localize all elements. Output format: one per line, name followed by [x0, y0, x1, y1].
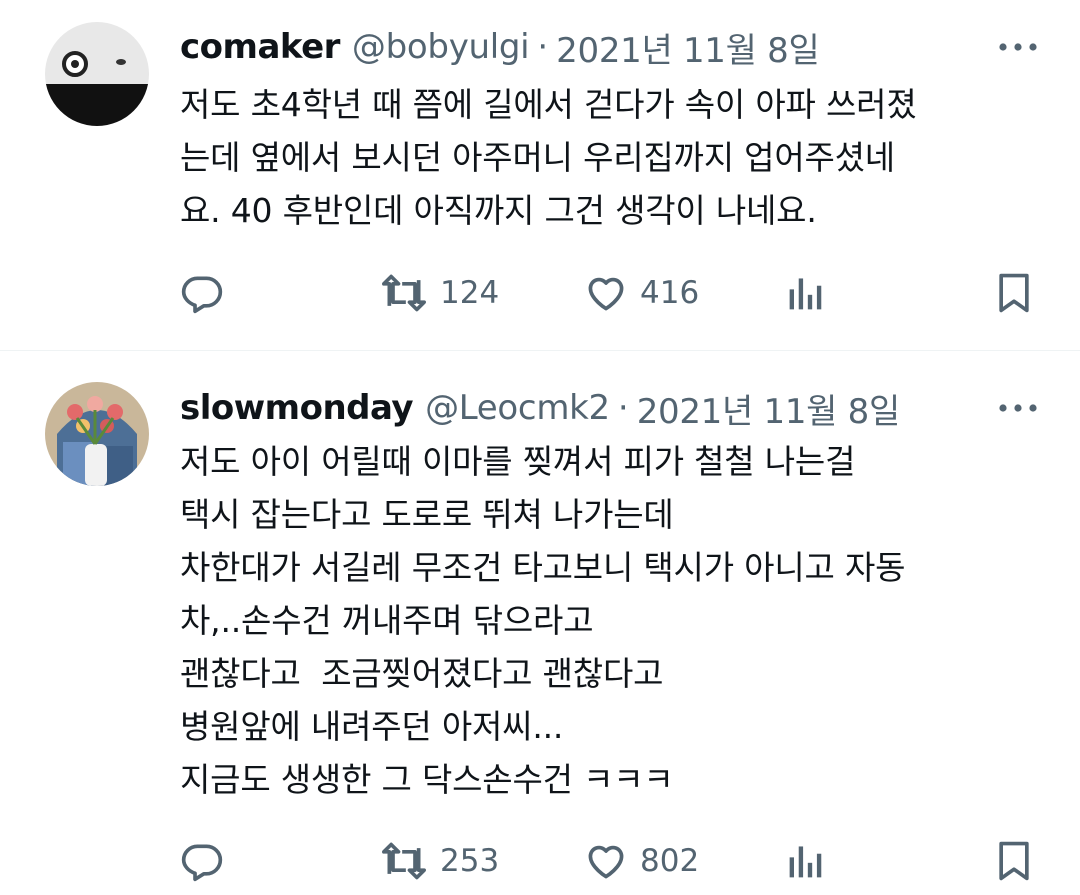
tweet-text-line: 병원앞에 내려주던 아저씨...: [180, 707, 564, 746]
separator: ·: [537, 27, 549, 67]
tweet-text-line: 요. 40 후반인데 아직까지 그건 생각이 나네요.: [180, 191, 817, 230]
heart-icon: [588, 845, 624, 879]
tweet-date[interactable]: 2021년 11월 8일: [637, 384, 901, 433]
tweet-text: 저도 초4학년 때 쯤에 길에서 걷다가 속이 아파 쓰러졌 는데 옆에서 보시…: [180, 78, 1040, 237]
tweet[interactable]: comaker @bobyulgi · 2021년 11월 8일 저도 초4학년…: [0, 0, 1080, 350]
tweet-date[interactable]: 2021년 11월 8일: [556, 23, 820, 72]
retweet-icon: [382, 842, 426, 880]
separator: ·: [617, 388, 629, 428]
heart-icon: [588, 277, 624, 311]
tweet-header: comaker @bobyulgi · 2021년 11월 8일: [180, 22, 1040, 72]
tweet-header: slowmonday @Leocmk2 · 2021년 11월 8일: [180, 383, 1040, 433]
reply-button[interactable]: [180, 263, 224, 323]
avatar-tulips-icon: [45, 382, 149, 486]
more-icon[interactable]: [996, 386, 1040, 430]
views-icon: [789, 278, 822, 310]
tweet-text: 저도 아이 어릴때 이마를 찢껴서 피가 철철 나는걸 택시 잡는다고 도로로 …: [180, 435, 1040, 806]
bookmark-button[interactable]: [994, 263, 1034, 323]
retweet-count: 253: [440, 843, 500, 879]
display-name[interactable]: slowmonday: [180, 388, 414, 428]
bookmark-icon: [999, 841, 1029, 881]
tweet-text-line: 저도 아이 어릴때 이마를 찢껴서 피가 철철 나는걸: [180, 442, 856, 481]
tweet-actions: 124 416: [180, 263, 1040, 323]
reply-icon: [181, 844, 223, 882]
retweet-button[interactable]: 253: [380, 831, 499, 891]
retweet-button[interactable]: 124: [380, 263, 499, 323]
user-handle[interactable]: @Leocmk2: [425, 388, 610, 428]
display-name[interactable]: comaker: [180, 27, 340, 67]
like-count: 802: [640, 843, 700, 879]
tweet-actions: 253 802: [180, 831, 1040, 891]
like-button[interactable]: 416: [584, 263, 699, 323]
avatar[interactable]: [45, 22, 149, 126]
tweet-text-line: 차,..손수건 꺼내주며 닦으라고: [180, 601, 594, 640]
tweet[interactable]: slowmonday @Leocmk2 · 2021년 11월 8일 저도 아이…: [0, 350, 1080, 895]
tweet-text-line: 택시 잡는다고 도로로 뛰쳐 나가는데: [180, 495, 674, 534]
reply-icon: [181, 276, 223, 314]
like-button[interactable]: 802: [584, 831, 699, 891]
tweet-text-line: 는데 옆에서 보시던 아주머니 우리집까지 업어주셨네: [180, 138, 895, 177]
tweet-text-line: 차한대가 서길레 무조건 타고보니 택시가 아니고 자동: [180, 548, 906, 587]
retweet-icon: [382, 274, 426, 312]
views-button[interactable]: [786, 831, 826, 891]
avatar-face-icon: [45, 22, 149, 126]
views-button[interactable]: [786, 263, 826, 323]
bookmark-button[interactable]: [994, 831, 1034, 891]
bookmark-icon: [999, 273, 1029, 313]
avatar[interactable]: [45, 382, 149, 486]
tweet-text-line: 저도 초4학년 때 쯤에 길에서 걷다가 속이 아파 쓰러졌: [180, 85, 917, 124]
retweet-count: 124: [440, 275, 500, 311]
tweet-text-line: 괜찮다고 조금찢어졌다고 괜찮다고: [180, 654, 664, 693]
like-count: 416: [640, 275, 700, 311]
user-handle[interactable]: @bobyulgi: [352, 27, 530, 67]
tweet-text-line: 지금도 생생한 그 닥스손수건 ㅋㅋㅋ: [180, 760, 674, 799]
reply-button[interactable]: [180, 831, 224, 891]
views-icon: [789, 846, 822, 878]
more-icon[interactable]: [996, 25, 1040, 69]
